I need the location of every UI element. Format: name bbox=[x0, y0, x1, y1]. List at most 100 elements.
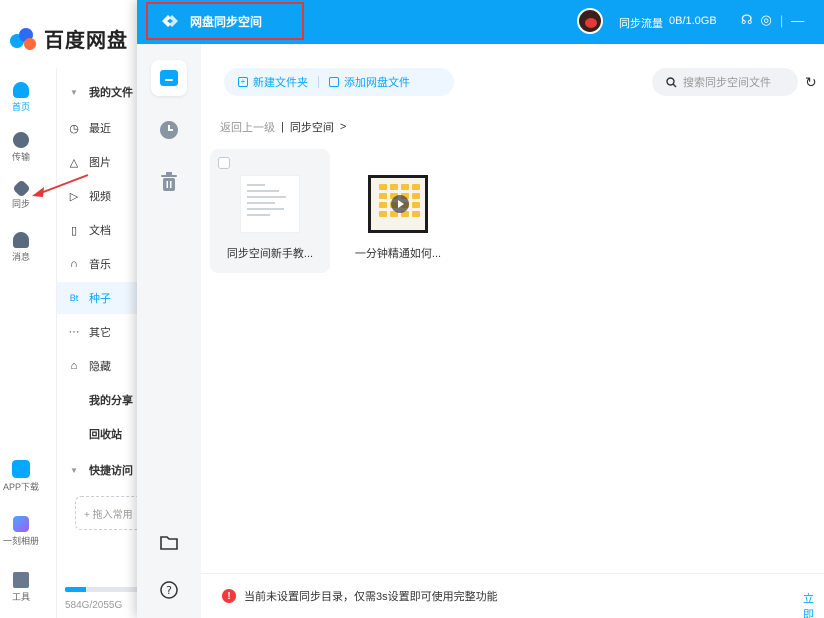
category-label: 其它 bbox=[89, 327, 111, 339]
left-rail: 首页 传输 同步 消息 APP下载 一刻相册 工具 bbox=[0, 68, 42, 618]
category-torrents[interactable]: Bt 种子 bbox=[57, 282, 139, 314]
category-hidden[interactable]: ⌂ 隐藏 bbox=[57, 350, 139, 382]
breadcrumb: 返回上一级 | 同步空间 > bbox=[220, 119, 346, 135]
rail-label: 消息 bbox=[11, 252, 30, 262]
search-placeholder: 搜索同步空间文件 bbox=[683, 77, 771, 89]
storage-progress-bar bbox=[65, 587, 139, 592]
sync-window-title: 网盘同步空间 bbox=[190, 14, 263, 29]
rail-label: 同步 bbox=[11, 199, 30, 209]
home-icon bbox=[13, 82, 29, 98]
search-input[interactable]: 搜索同步空间文件 bbox=[652, 68, 798, 96]
sync-content: + 新建文件夹 添加网盘文件 搜索同步空间文件 ↻ 返回上一级 | 同步空间 > bbox=[201, 44, 824, 618]
document-thumbnail bbox=[240, 175, 300, 233]
quick-access-drop-zone[interactable]: + 拖入常用 bbox=[75, 496, 145, 530]
trash-icon bbox=[161, 172, 177, 191]
sync-title-highlight: 网盘同步空间 bbox=[146, 2, 304, 40]
bt-icon: Bt bbox=[69, 293, 79, 303]
headset-icon[interactable]: ☊ bbox=[741, 12, 753, 28]
refresh-icon: ↻ bbox=[805, 74, 817, 90]
collapse-caret-icon: ▼ bbox=[70, 465, 78, 475]
settings-icon[interactable]: ◎ bbox=[761, 12, 772, 28]
new-folder-button[interactable]: + 新建文件夹 bbox=[238, 74, 308, 90]
sync-space-window: 网盘同步空间 同步流量 0B/1.0GB ☊ ◎ | — ? + 新建文件夹 添… bbox=[137, 0, 824, 618]
sync-icon bbox=[11, 179, 31, 198]
refresh-button[interactable]: ↻ bbox=[805, 74, 817, 91]
baidu-cloud-logo-icon bbox=[10, 26, 38, 52]
user-avatar[interactable] bbox=[577, 8, 603, 34]
file-name: 同步空间新手教... bbox=[226, 248, 314, 260]
recycle-bin-link[interactable]: 回收站 bbox=[57, 418, 139, 450]
toolbar-divider bbox=[318, 76, 319, 88]
category-label: 视频 bbox=[89, 191, 111, 203]
collapse-caret-icon: ▼ bbox=[70, 87, 78, 97]
rail-item-app-download[interactable]: APP下载 bbox=[0, 460, 42, 493]
storage-progress-fill bbox=[65, 587, 87, 592]
my-files-header[interactable]: ▼ 我的文件 bbox=[57, 76, 139, 108]
plus-box-icon: + bbox=[238, 77, 248, 87]
quick-access-label: 快捷访问 bbox=[89, 465, 133, 477]
sync-traffic: 同步流量 0B/1.0GB bbox=[619, 15, 717, 31]
file-item-video[interactable]: 一分钟精通如何... bbox=[338, 149, 458, 273]
back-link[interactable]: 返回上一级 bbox=[220, 119, 275, 135]
rail-item-tools[interactable]: 工具 bbox=[0, 572, 42, 603]
quick-access-header[interactable]: ▼ 快捷访问 bbox=[57, 454, 139, 486]
category-documents[interactable]: ▯ 文档 bbox=[57, 214, 139, 246]
sync-files-tab[interactable] bbox=[151, 60, 187, 96]
breadcrumb-divider: | bbox=[281, 121, 284, 133]
traffic-label: 同步流量 bbox=[619, 18, 663, 30]
divider: | bbox=[779, 12, 784, 28]
rail-label: APP下载 bbox=[2, 482, 39, 492]
album-icon bbox=[13, 516, 29, 532]
rail-item-messages[interactable]: 消息 bbox=[0, 232, 42, 263]
category-music[interactable]: ∩ 音乐 bbox=[57, 248, 139, 280]
category-label: 隐藏 bbox=[89, 361, 111, 373]
file-checkbox[interactable] bbox=[218, 157, 230, 169]
recycle-bin-label: 回收站 bbox=[89, 429, 122, 441]
video-thumbnail bbox=[368, 175, 428, 233]
help-button[interactable]: ? bbox=[151, 572, 187, 608]
sync-toolbar: + 新建文件夹 添加网盘文件 bbox=[224, 68, 454, 96]
rail-item-album[interactable]: 一刻相册 bbox=[0, 516, 42, 547]
folder-icon bbox=[160, 70, 178, 86]
rail-item-transfer[interactable]: 传输 bbox=[0, 132, 42, 163]
file-item-tutorial[interactable]: 同步空间新手教... bbox=[210, 149, 330, 273]
file-name: 一分钟精通如何... bbox=[354, 248, 442, 260]
category-label: 音乐 bbox=[89, 259, 111, 271]
add-netdisk-files-button[interactable]: 添加网盘文件 bbox=[329, 74, 410, 90]
rail-item-home[interactable]: 首页 bbox=[0, 82, 42, 113]
app-name: 百度网盘 bbox=[44, 30, 128, 52]
sync-space-logo-icon bbox=[162, 15, 178, 27]
rail-label: 首页 bbox=[11, 102, 30, 112]
titlebar-actions: ☊ ◎ | — bbox=[741, 12, 804, 28]
notice-text: 当前未设置同步目录，仅需3s设置即可使用完整功能 bbox=[244, 591, 498, 603]
document-icon: ▯ bbox=[70, 224, 78, 237]
breadcrumb-current: 同步空间 bbox=[289, 122, 334, 134]
add-file-icon bbox=[329, 77, 339, 87]
file-category-panel: ▼ 我的文件 ◷ 最近 △ 图片 ▷ 视频 ▯ 文档 ∩ 音乐 Bt 种子 ··… bbox=[56, 68, 145, 618]
setup-notice-bar: ! 当前未设置同步目录，仅需3s设置即可使用完整功能 立即 bbox=[201, 573, 824, 618]
breadcrumb-chevron-icon: > bbox=[339, 121, 347, 133]
sync-history-tab[interactable] bbox=[151, 112, 187, 148]
minimize-icon[interactable]: — bbox=[791, 13, 804, 28]
alert-icon: ! bbox=[222, 589, 236, 603]
category-label: 最近 bbox=[89, 123, 111, 135]
traffic-value: 0B/1.0GB bbox=[669, 15, 717, 27]
my-share-link[interactable]: 我的分享 bbox=[57, 384, 139, 416]
rail-label: 传输 bbox=[11, 152, 30, 162]
app-logo: 百度网盘 bbox=[10, 24, 128, 53]
category-recent[interactable]: ◷ 最近 bbox=[57, 112, 139, 144]
add-files-label: 添加网盘文件 bbox=[344, 77, 410, 89]
category-other[interactable]: ··· 其它 bbox=[57, 316, 139, 348]
storage-usage: 584G/2055G bbox=[65, 600, 123, 611]
image-icon: △ bbox=[69, 156, 79, 169]
headphones-icon: ∩ bbox=[70, 258, 78, 270]
folder-outline-icon bbox=[160, 536, 178, 550]
my-share-label: 我的分享 bbox=[89, 395, 133, 407]
setup-now-link[interactable]: 立即 bbox=[803, 590, 824, 618]
sync-titlebar: 网盘同步空间 同步流量 0B/1.0GB ☊ ◎ | — bbox=[137, 0, 824, 44]
more-icon: ··· bbox=[68, 326, 80, 338]
play-icon bbox=[391, 195, 409, 213]
open-folder-button[interactable] bbox=[151, 524, 187, 560]
clock-icon bbox=[160, 121, 178, 139]
sync-trash-tab[interactable] bbox=[151, 164, 187, 200]
